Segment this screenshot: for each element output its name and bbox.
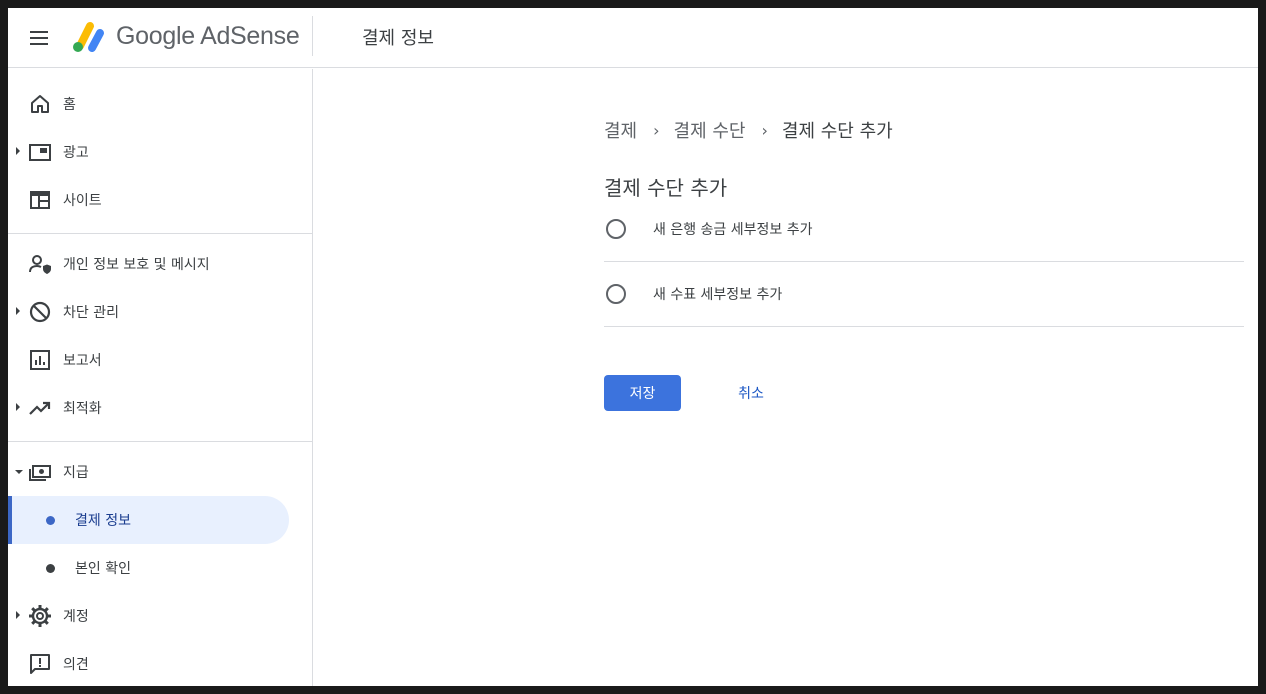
- breadcrumb-current: 결제 수단 추가: [781, 121, 893, 142]
- option-bank-transfer[interactable]: 새 은행 송금 세부정보 추가: [604, 197, 1244, 262]
- adsense-logo-icon: [70, 20, 106, 54]
- option-check[interactable]: 새 수표 세부정보 추가: [604, 262, 1244, 327]
- breadcrumb-link-payments[interactable]: 결제: [604, 117, 637, 143]
- chevron-right-icon: ›: [761, 120, 768, 140]
- sidebar-item-payments[interactable]: 지급: [8, 448, 313, 496]
- sidebar-item-optimization[interactable]: 최적화: [8, 384, 313, 432]
- caret-right-icon: [16, 147, 20, 155]
- optimization-trend-icon: [28, 396, 52, 420]
- brand-name: Google AdSense: [116, 22, 300, 50]
- main-content: 결제 › 결제 수단 › 결제 수단 추가 결제 수단 추가 새 은행 송금 세…: [314, 69, 1258, 686]
- sidebar-item-label: 홈: [63, 97, 76, 113]
- sidebar-item-account[interactable]: 계정: [8, 592, 313, 640]
- breadcrumb-link-payment-methods[interactable]: 결제 수단: [674, 117, 746, 143]
- nav-divider: [8, 441, 313, 442]
- sidebar-item-label: 광고: [63, 145, 89, 161]
- sidebar-item-ads[interactable]: 광고: [8, 128, 313, 176]
- caret-right-icon: [16, 403, 20, 411]
- sidebar-item-block-management[interactable]: 차단 관리: [8, 288, 313, 336]
- sidebar-item-feedback[interactable]: 의견: [8, 640, 313, 686]
- payments-icon: [28, 460, 52, 484]
- radio-button[interactable]: [606, 219, 626, 239]
- bullet-dot-icon: [46, 564, 55, 573]
- home-icon: [28, 92, 52, 116]
- sidebar-subitem-payment-info[interactable]: 결제 정보: [8, 496, 289, 544]
- header-divider: [312, 16, 313, 56]
- sites-icon: [28, 188, 52, 212]
- sidebar-subitem-label: 결제 정보: [75, 513, 131, 529]
- feedback-icon: [28, 652, 52, 676]
- option-label: 새 수표 세부정보 추가: [653, 287, 783, 303]
- app-window: Google AdSense 결제 정보 홈 광고 사이트 개인 정보 보호 및…: [8, 8, 1258, 686]
- chevron-right-icon: ›: [653, 120, 660, 140]
- sidebar-item-label: 사이트: [63, 193, 102, 209]
- sidebar-item-reports[interactable]: 보고서: [8, 336, 313, 384]
- caret-right-icon: [16, 307, 20, 315]
- sidebar-nav: 홈 광고 사이트 개인 정보 보호 및 메시지 차단 관리 보고서 최적화 지급…: [8, 69, 313, 686]
- sidebar-item-home[interactable]: 홈: [8, 80, 313, 128]
- ads-icon: [28, 140, 52, 164]
- gear-icon: [28, 604, 52, 628]
- option-label: 새 은행 송금 세부정보 추가: [653, 222, 813, 238]
- hamburger-menu-icon[interactable]: [24, 24, 56, 52]
- privacy-messaging-icon: [28, 252, 52, 276]
- nav-divider: [8, 233, 313, 234]
- sidebar-item-label: 계정: [63, 609, 89, 625]
- sidebar-item-label: 지급: [63, 465, 89, 481]
- radio-button[interactable]: [606, 284, 626, 304]
- top-app-bar: Google AdSense 결제 정보: [8, 8, 1258, 68]
- reports-icon: [28, 348, 52, 372]
- block-icon: [28, 300, 52, 324]
- bullet-dot-icon: [46, 516, 55, 525]
- sidebar-item-label: 차단 관리: [63, 305, 119, 321]
- sidebar-item-label: 개인 정보 보호 및 메시지: [63, 257, 210, 273]
- caret-down-icon: [15, 470, 23, 474]
- sidebar-item-label: 의견: [63, 657, 89, 673]
- breadcrumb: 결제 › 결제 수단 › 결제 수단 추가: [604, 117, 893, 143]
- save-button[interactable]: 저장: [604, 375, 681, 411]
- page-header-title: 결제 정보: [362, 28, 434, 49]
- sidebar-subitem-identity-verification[interactable]: 본인 확인: [8, 544, 289, 592]
- sidebar-item-privacy-messaging[interactable]: 개인 정보 보호 및 메시지: [8, 240, 313, 288]
- cancel-button[interactable]: 취소: [711, 375, 791, 411]
- sidebar-item-label: 보고서: [63, 353, 102, 369]
- sidebar-item-label: 최적화: [63, 401, 102, 417]
- sidebar-item-sites[interactable]: 사이트: [8, 176, 313, 224]
- caret-right-icon: [16, 611, 20, 619]
- sidebar-subitem-label: 본인 확인: [75, 561, 131, 577]
